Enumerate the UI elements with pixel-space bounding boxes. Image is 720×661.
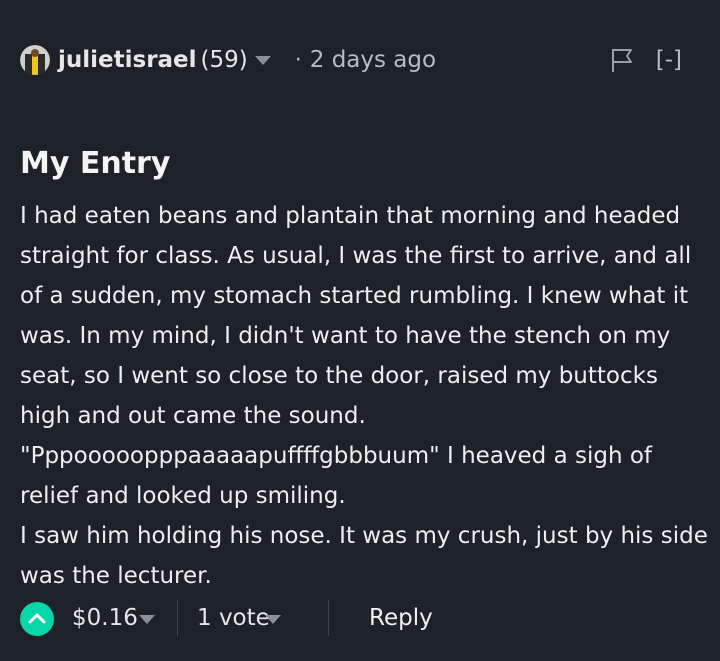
body-line: "Pppooooopppaaaaapuffffgbbbuum" I heaved…	[20, 443, 653, 469]
upvote-button[interactable]	[20, 602, 54, 636]
header-actions: [-]	[610, 40, 682, 80]
comment-header: julietisrael (59) · 2 days ago [-]	[20, 40, 700, 80]
vote-count[interactable]: 1 vote	[197, 602, 270, 634]
avatar-icon	[20, 45, 50, 75]
body-line: was the lecturer.	[20, 563, 212, 589]
body-line: seat, so I went so close to the door, ra…	[20, 363, 658, 389]
body-line: I saw him holding his nose. It was my cr…	[20, 523, 708, 549]
body-line: of a sudden, my stomach started rumbling…	[20, 283, 689, 309]
body-line: was. In my mind, I didn't want to have t…	[20, 323, 671, 349]
author-reputation: (59)	[200, 47, 248, 73]
separator-dot: ·	[294, 47, 302, 73]
avatar[interactable]	[20, 45, 50, 75]
reply-button[interactable]: Reply	[369, 602, 433, 634]
chevron-down-icon[interactable]	[254, 55, 271, 65]
comment-footer: $0.16 1 vote Reply	[20, 596, 710, 640]
flag-icon[interactable]	[610, 47, 634, 73]
body-line: relief and looked up smiling.	[20, 483, 346, 509]
body-line: I had eaten beans and plantain that morn…	[20, 203, 681, 229]
chevron-down-icon[interactable]	[265, 615, 281, 624]
upvote-chevron-icon	[28, 613, 46, 624]
collapse-toggle[interactable]: [-]	[656, 47, 682, 73]
author-name[interactable]: julietisrael	[58, 47, 197, 73]
payout-value[interactable]: $0.16	[72, 602, 138, 634]
comment-title: My Entry	[20, 146, 171, 181]
body-line: high and out came the sound.	[20, 403, 366, 429]
comment-body: I had eaten beans and plantain that morn…	[20, 196, 710, 596]
chevron-down-icon[interactable]	[139, 615, 155, 624]
divider	[177, 600, 178, 636]
body-line: straight for class. As usual, I was the …	[20, 243, 692, 269]
timestamp[interactable]: 2 days ago	[310, 47, 436, 73]
divider	[328, 600, 329, 636]
